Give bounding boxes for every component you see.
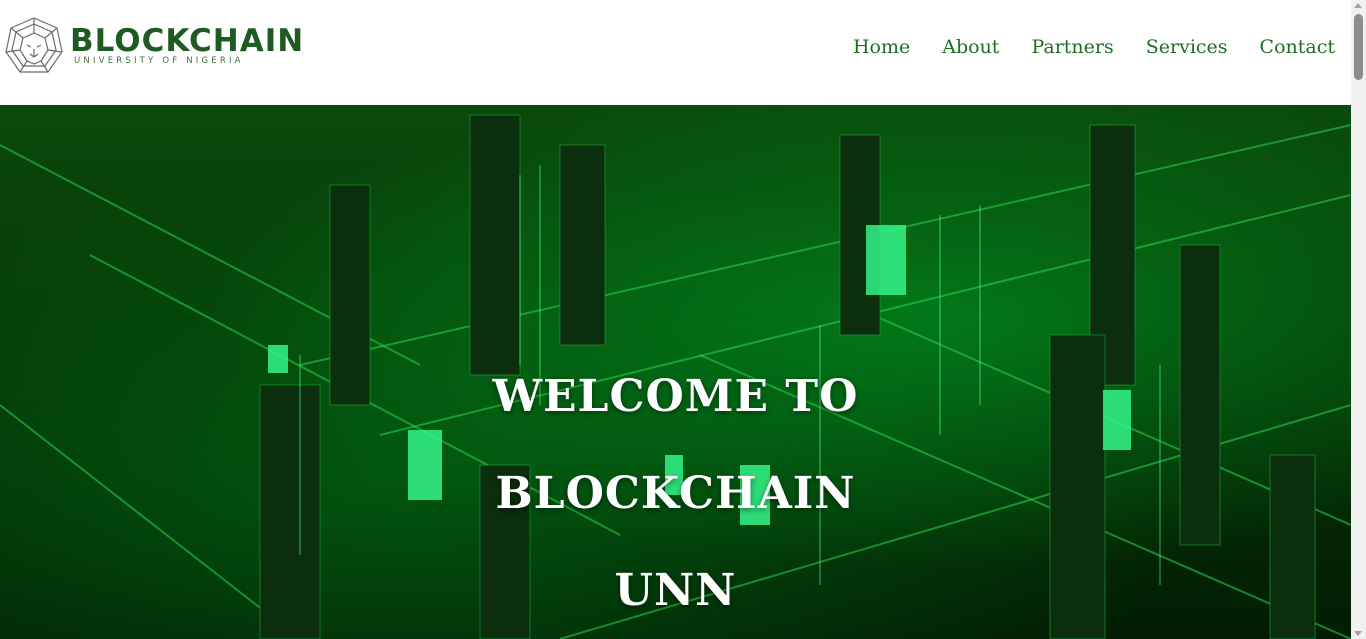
scrollbar-thumb[interactable] — [1354, 14, 1363, 80]
nav-partners[interactable]: Partners — [1031, 33, 1113, 61]
site-header: BLOCKCHAIN UNIVERSITY OF NIGERIA Home Ab… — [0, 0, 1351, 105]
scroll-up-arrow-icon[interactable] — [1354, 3, 1362, 8]
main-nav: Home About Partners Services Contact — [853, 33, 1335, 61]
page: BLOCKCHAIN UNIVERSITY OF NIGERIA Home Ab… — [0, 0, 1351, 639]
hero-section: WELCOME TO BLOCKCHAIN UNN — [0, 105, 1351, 639]
hero-title-line: BLOCKCHAIN — [495, 468, 856, 520]
brand-name: BLOCKCHAIN — [70, 23, 305, 59]
hero-title-line: WELCOME TO — [492, 371, 859, 423]
lion-head-icon — [5, 17, 63, 73]
hero-title-line: UNN — [614, 565, 737, 617]
hero-title: WELCOME TO BLOCKCHAIN UNN — [0, 348, 1351, 639]
scroll-down-arrow-icon[interactable] — [1354, 631, 1362, 636]
site-logo[interactable]: BLOCKCHAIN UNIVERSITY OF NIGERIA — [4, 14, 303, 76]
brand-tagline: UNIVERSITY OF NIGERIA — [74, 56, 244, 66]
vertical-scrollbar[interactable] — [1351, 0, 1366, 639]
nav-contact[interactable]: Contact — [1260, 33, 1335, 61]
nav-services[interactable]: Services — [1146, 33, 1228, 61]
nav-home[interactable]: Home — [853, 33, 910, 61]
nav-about[interactable]: About — [942, 33, 999, 61]
